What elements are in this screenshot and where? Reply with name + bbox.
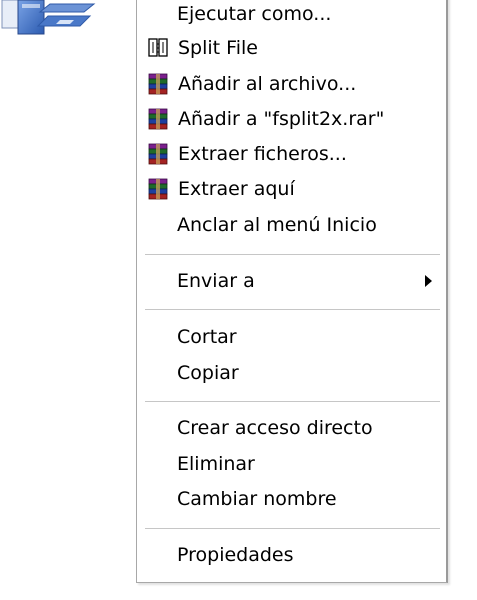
submenu-arrow-icon [425, 275, 432, 287]
menu-item-send-to[interactable]: Enviar a [137, 264, 446, 298]
file-icon[interactable] [0, 0, 100, 40]
split-file-icon [146, 36, 170, 60]
menu-item-label: Propiedades [177, 544, 294, 566]
menu-separator [145, 528, 440, 530]
menu-item-label: Eliminar [177, 453, 255, 475]
menu-item-add-to-archive[interactable]: Añadir al archivo... [137, 67, 446, 101]
menu-item-label: Anclar al menú Inicio [177, 214, 377, 236]
menu-item-add-to-rar[interactable]: Añadir a "fsplit2x.rar" [137, 102, 446, 136]
menu-item-label: Añadir al archivo... [178, 73, 357, 95]
context-menu: Ejecutar como... Split File Añadir al ar… [136, 0, 448, 583]
menu-item-label: Ejecutar como... [177, 3, 332, 25]
menu-item-properties[interactable]: Propiedades [137, 538, 446, 572]
menu-item-label: Copiar [177, 362, 239, 384]
menu-separator [145, 254, 440, 256]
menu-item-copy[interactable]: Copiar [137, 356, 446, 390]
winrar-icon [146, 72, 170, 96]
menu-item-run-as[interactable]: Ejecutar como... [137, 0, 446, 31]
menu-separator [145, 309, 440, 311]
menu-item-pin-to-start[interactable]: Anclar al menú Inicio [137, 208, 446, 242]
menu-item-label: Cortar [177, 326, 237, 348]
menu-item-create-shortcut[interactable]: Crear acceso directo [137, 411, 446, 445]
menu-item-label: Cambiar nombre [177, 488, 337, 510]
menu-item-label: Crear acceso directo [177, 417, 373, 439]
menu-item-label: Añadir a "fsplit2x.rar" [178, 108, 385, 130]
menu-item-label: Extraer ficheros... [178, 143, 347, 165]
menu-item-extract-here[interactable]: Extraer aquí [137, 172, 446, 206]
menu-separator [145, 401, 440, 403]
winrar-icon [146, 177, 170, 201]
menu-item-label: Split File [178, 37, 258, 59]
menu-item-delete[interactable]: Eliminar [137, 447, 446, 481]
winrar-icon [146, 107, 170, 131]
winrar-icon [146, 142, 170, 166]
menu-item-label: Enviar a [177, 270, 255, 292]
menu-item-label: Extraer aquí [178, 178, 295, 200]
menu-item-split-file[interactable]: Split File [137, 31, 446, 65]
menu-item-rename[interactable]: Cambiar nombre [137, 482, 446, 516]
menu-item-extract-files[interactable]: Extraer ficheros... [137, 137, 446, 171]
menu-item-cut[interactable]: Cortar [137, 320, 446, 354]
